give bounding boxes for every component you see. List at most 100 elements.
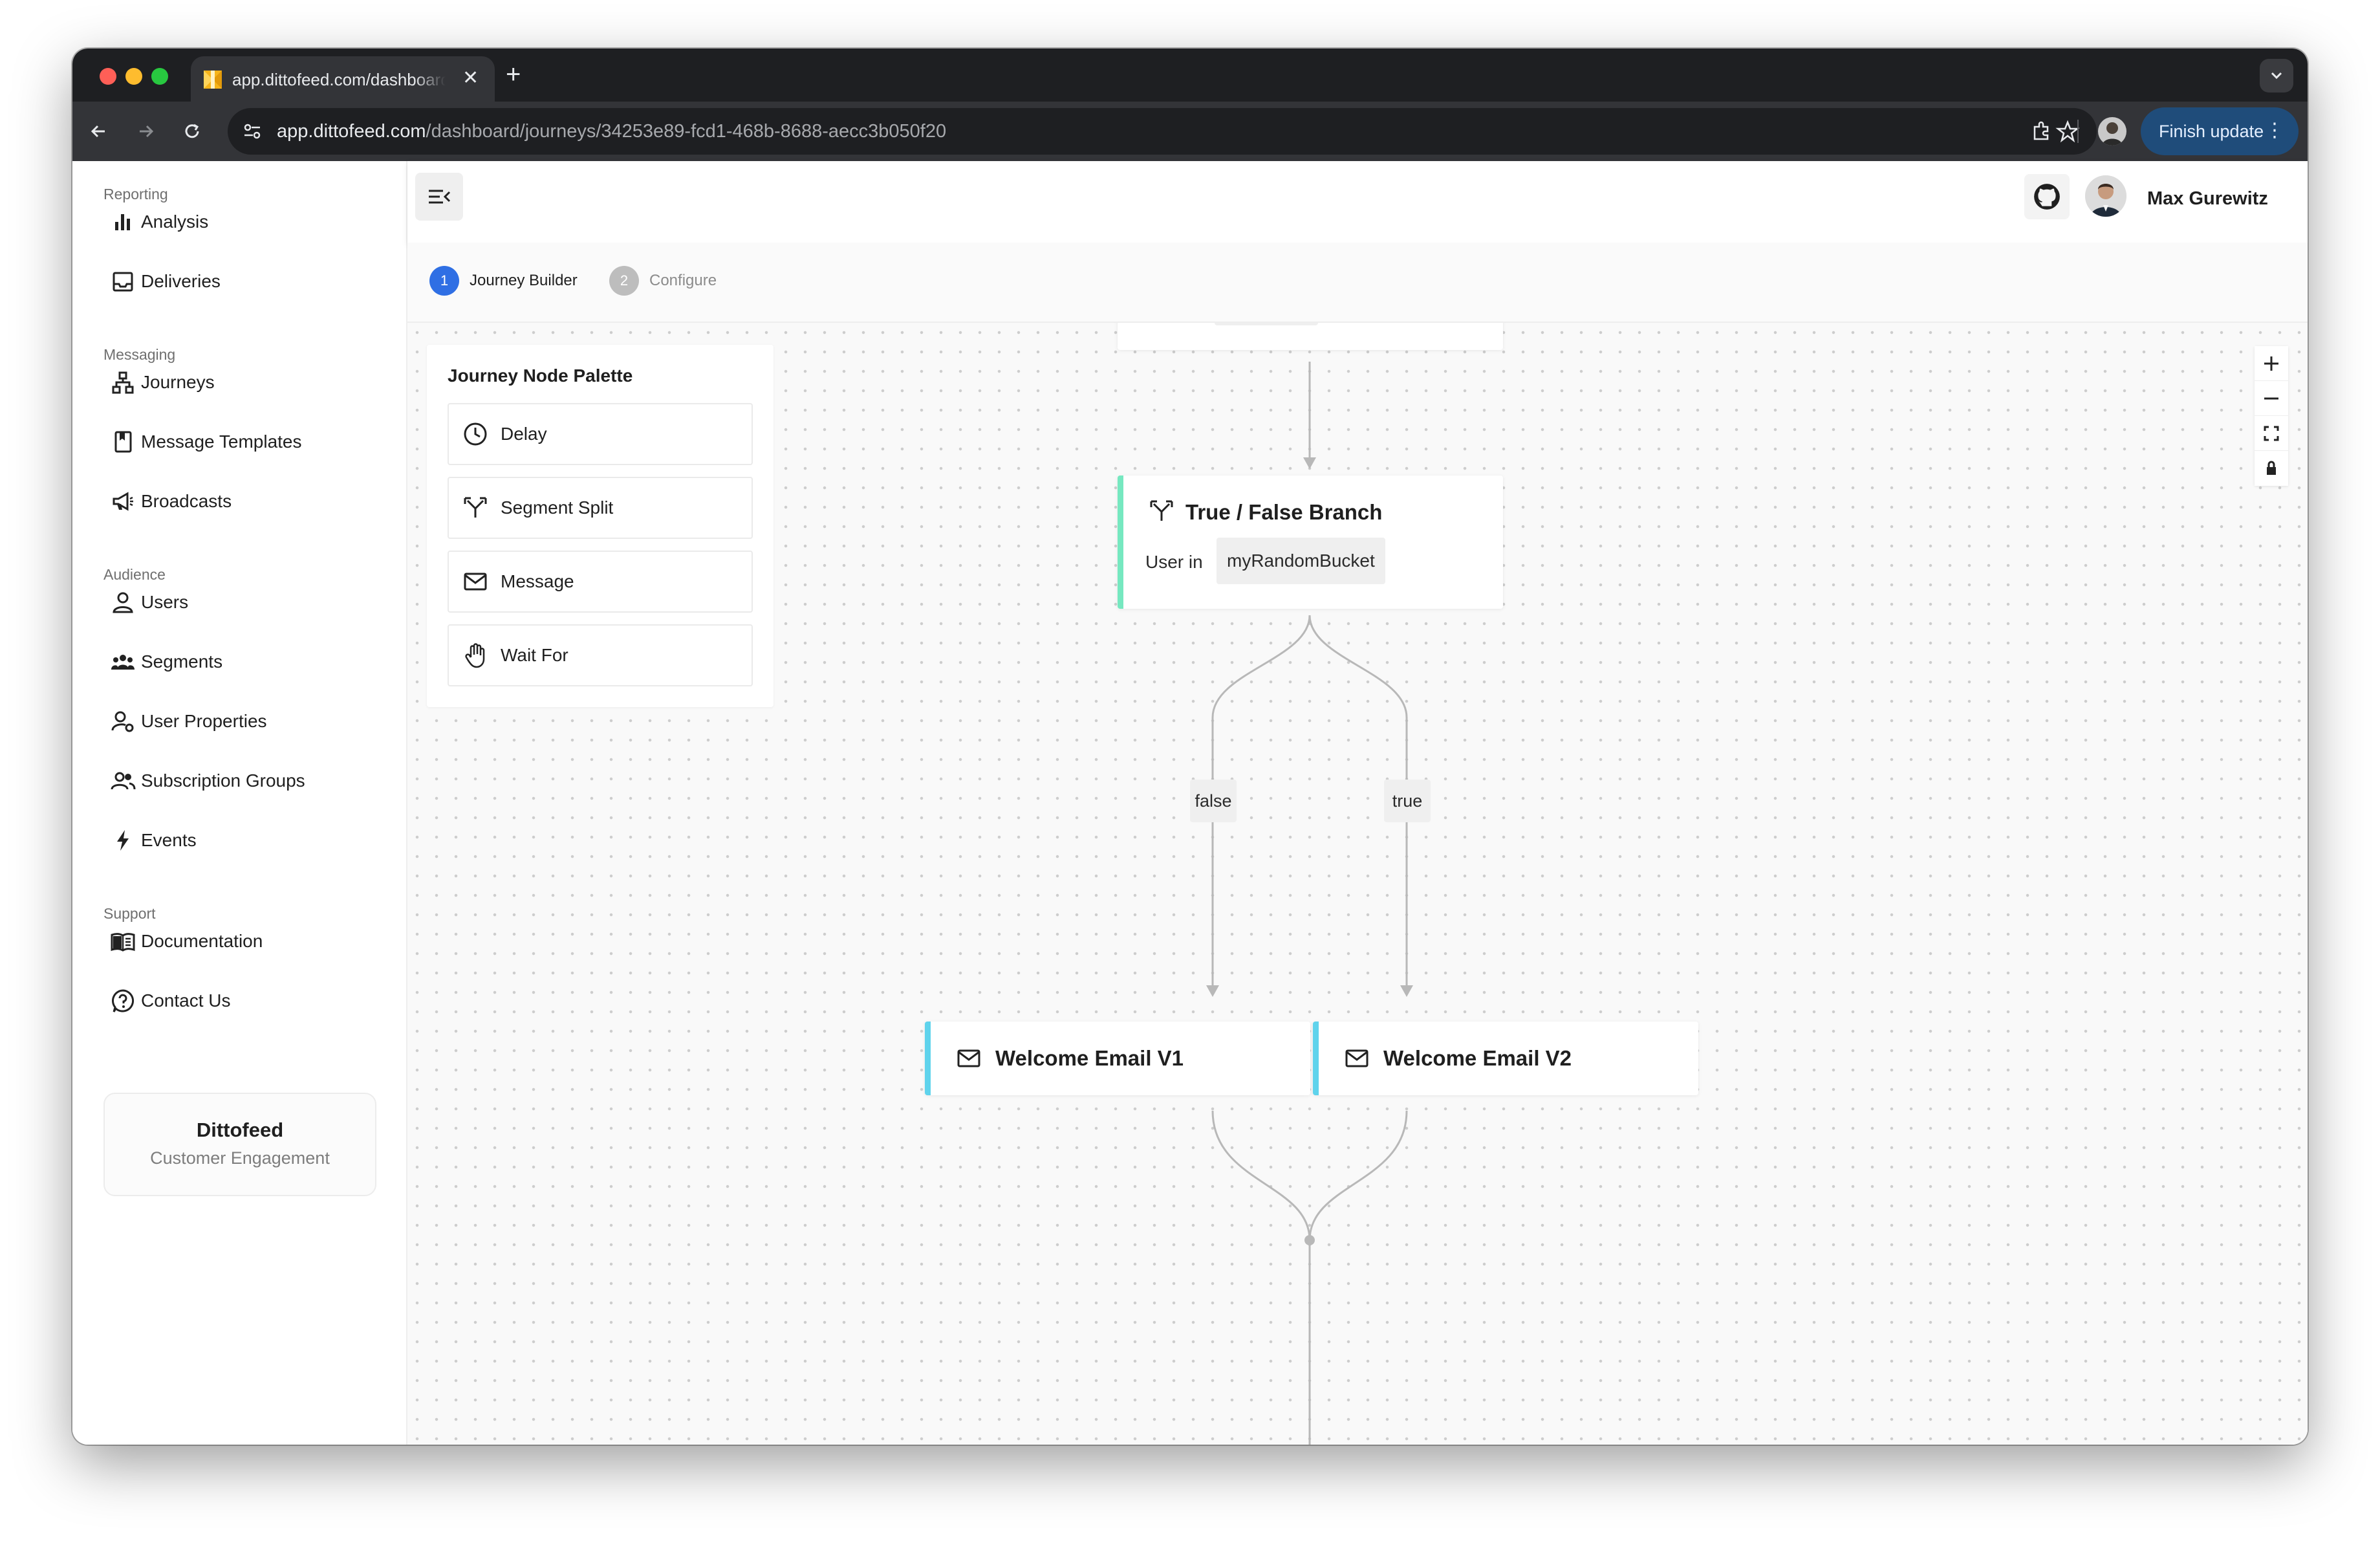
inbox-icon	[113, 272, 133, 292]
url-text: app.dittofeed.com/dashboard/journeys/342…	[277, 121, 947, 142]
palette-item-delay[interactable]: Delay	[448, 403, 753, 465]
new-tab-icon[interactable]: +	[506, 60, 521, 89]
node-title: Welcome Email V1	[995, 1046, 1184, 1070]
bookmark-star-icon[interactable]	[2055, 119, 2080, 144]
tab-search-button[interactable]	[2260, 59, 2293, 93]
fit-view-icon	[2264, 426, 2279, 441]
sitemap-icon	[112, 371, 134, 394]
profile-avatar[interactable]	[2098, 117, 2126, 146]
zoom-out-button[interactable]	[2255, 381, 2288, 416]
node-title: Welcome Email V2	[1383, 1046, 1572, 1070]
lock-icon	[2267, 461, 2276, 475]
browser-window: app.dittofeed.com/dashboard/journeys ✕ +…	[72, 49, 2308, 1445]
plus-icon	[2264, 356, 2278, 371]
bar-chart-icon	[115, 214, 130, 230]
dittofeed-favicon-icon	[204, 71, 222, 89]
sidebar-item-documentation[interactable]: Documentation	[103, 918, 375, 965]
group-icon	[111, 655, 135, 670]
lightning-icon	[117, 830, 129, 851]
address-bar[interactable]: app.dittofeed.com/dashboard/journeys/342…	[228, 108, 2097, 155]
main-content: Max Gurewitz 1 Journey Builder 2 Configu…	[407, 161, 2308, 1445]
clock-icon	[464, 422, 487, 446]
user-name: Max Gurewitz	[2147, 188, 2268, 209]
sidebar-item-users[interactable]: Users	[103, 579, 375, 626]
step-label: Journey Builder	[470, 272, 578, 289]
palette-item-wait-for[interactable]: Wait For	[448, 624, 753, 686]
journey-canvas[interactable]: Journey Node Palette Delay Segment Split…	[407, 323, 2308, 1445]
segment-chip: myRandomBucket	[1217, 538, 1385, 584]
message-node-welcome-email-v2[interactable]: Welcome Email V2	[1313, 1022, 1698, 1095]
palette-item-message[interactable]: Message	[448, 551, 753, 613]
sidebar-item-events[interactable]: Events	[103, 817, 375, 864]
tab-strip: app.dittofeed.com/dashboard/journeys ✕ +	[72, 49, 2308, 102]
zoom-window-button[interactable]	[151, 68, 168, 85]
sidebar-item-broadcasts[interactable]: Broadcasts	[103, 478, 375, 525]
close-tab-icon[interactable]: ✕	[462, 67, 479, 89]
edge-label-false: false	[1190, 780, 1237, 822]
journey-node-palette: Journey Node Palette Delay Segment Split…	[427, 345, 774, 707]
user-avatar[interactable]	[2085, 175, 2126, 217]
sidebar-item-user-properties[interactable]: User Properties	[103, 698, 375, 745]
sidebar-item-message-templates[interactable]: Message Templates	[103, 419, 375, 465]
true-false-branch-node[interactable]: True / False Branch User in myRandomBuck…	[1118, 475, 1503, 609]
mail-icon	[957, 1049, 980, 1067]
github-icon	[2034, 184, 2060, 210]
previous-node[interactable]	[1118, 323, 1503, 350]
finish-update-button[interactable]: Finish update ⋮	[2141, 107, 2299, 155]
close-window-button[interactable]	[100, 68, 116, 85]
split-icon	[464, 497, 487, 518]
lock-canvas-button[interactable]	[2255, 451, 2288, 486]
sidebar-item-segments[interactable]: Segments	[103, 639, 375, 685]
help-icon	[112, 989, 135, 1012]
sidebar-item-deliveries[interactable]: Deliveries	[103, 258, 375, 305]
zoom-controls	[2255, 346, 2288, 486]
back-icon[interactable]	[85, 118, 113, 145]
node-title: True / False Branch	[1185, 500, 1383, 524]
step-number: 1	[429, 266, 459, 296]
mail-icon	[1345, 1049, 1368, 1067]
step-configure[interactable]: 2 Configure	[609, 266, 717, 296]
site-settings-icon[interactable]	[241, 120, 264, 143]
mail-icon	[464, 573, 487, 591]
browser-tab[interactable]: app.dittofeed.com/dashboard/journeys ✕	[191, 56, 495, 102]
extensions-icon[interactable]	[2028, 118, 2055, 145]
branch-condition-prefix: User in	[1145, 552, 1203, 572]
journey-stepper: 1 Journey Builder 2 Configure	[407, 243, 2308, 323]
user-settings-icon	[111, 711, 134, 732]
message-node-welcome-email-v1[interactable]: Welcome Email V1	[925, 1022, 1310, 1095]
sidebar-item-subscription-groups[interactable]: Subscription Groups	[103, 758, 375, 804]
user-icon	[113, 592, 133, 613]
book-icon	[114, 431, 132, 453]
sidebar-item-journeys[interactable]: Journeys	[103, 359, 375, 406]
megaphone-icon	[113, 492, 133, 511]
app-header: Max Gurewitz	[407, 161, 2308, 243]
edge-label-true: true	[1384, 780, 1431, 822]
minimize-window-button[interactable]	[125, 68, 142, 85]
sidebar-item-contact-us[interactable]: Contact Us	[103, 978, 375, 1024]
brand-tagline: Customer Engagement	[150, 1148, 330, 1168]
tab-title: app.dittofeed.com/dashboard/journeys	[232, 70, 446, 89]
sidebar: Reporting Analysis Deliveries Messaging …	[72, 161, 407, 1445]
forward-icon[interactable]	[132, 118, 159, 145]
docs-icon	[111, 933, 135, 952]
palette-item-segment-split[interactable]: Segment Split	[448, 477, 753, 539]
menu-collapse-button[interactable]	[415, 173, 463, 221]
chevron-down-icon	[2271, 72, 2282, 80]
minus-icon	[2264, 397, 2278, 399]
split-icon	[1150, 500, 1173, 521]
brand-name: Dittofeed	[196, 1119, 284, 1141]
toolbar-divider	[2077, 120, 2079, 143]
step-journey-builder[interactable]: 1 Journey Builder	[429, 266, 578, 296]
more-vert-icon: ⋮	[2265, 120, 2284, 141]
github-button[interactable]	[2024, 174, 2070, 219]
brand-card: Dittofeed Customer Engagement	[103, 1093, 376, 1196]
sidebar-item-analysis[interactable]: Analysis	[103, 199, 375, 245]
app-root: Reporting Analysis Deliveries Messaging …	[72, 161, 2308, 1445]
zoom-in-button[interactable]	[2255, 346, 2288, 381]
menu-open-icon	[429, 190, 451, 204]
reload-icon[interactable]	[178, 118, 206, 145]
step-number: 2	[609, 266, 639, 296]
users-icon	[111, 772, 136, 790]
browser-toolbar: app.dittofeed.com/dashboard/journeys/342…	[72, 102, 2308, 161]
fit-view-button[interactable]	[2255, 416, 2288, 451]
